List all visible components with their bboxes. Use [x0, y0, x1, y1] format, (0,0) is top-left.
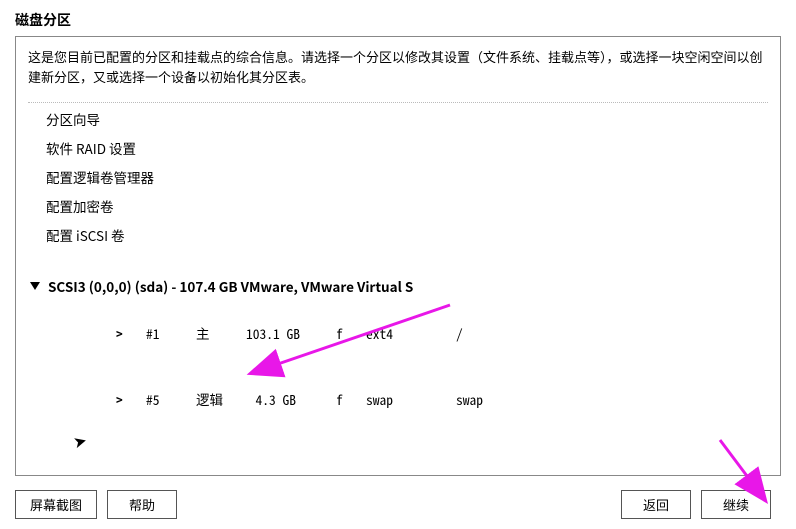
partition-num: #1 — [146, 323, 196, 343]
disk-header-text: SCSI3 (0,0,0) (sda) - 107.4 GB VMware, V… — [48, 276, 413, 296]
partition-flag: f — [336, 389, 366, 409]
partition-row[interactable]: >#5逻辑4.3 GBfswapswap — [28, 366, 768, 432]
partition-fs: swap — [366, 389, 456, 409]
disk-header[interactable]: SCSI3 (0,0,0) (sda) - 107.4 GB VMware, V… — [28, 270, 768, 300]
partition-fs: ext4 — [366, 323, 456, 343]
spacer — [28, 250, 768, 270]
partition-mount: swap — [456, 389, 516, 409]
help-button[interactable]: 帮助 — [107, 490, 177, 519]
partition-list: 分区向导 软件 RAID 设置 配置逻辑卷管理器 配置加密卷 配置 iSCSI … — [28, 102, 768, 462]
menu-raid[interactable]: 软件 RAID 设置 — [28, 134, 768, 163]
partition-mount: / — [456, 323, 516, 343]
menu-wizard[interactable]: 分区向导 — [28, 105, 768, 134]
partition-size: 103.1 GB — [246, 323, 336, 343]
main-panel: 这是您目前已配置的分区和挂载点的综合信息。请选择一个分区以修改其设置（文件系统、… — [15, 36, 781, 476]
screenshot-button[interactable]: 屏幕截图 — [15, 490, 97, 519]
footer-bar: 屏幕截图 帮助 返回 继续 — [0, 484, 796, 529]
partition-dialog: 磁盘分区 这是您目前已配置的分区和挂载点的综合信息。请选择一个分区以修改其设置（… — [0, 0, 796, 529]
spacer — [28, 432, 768, 452]
partition-marker: > — [116, 323, 146, 343]
partition-row[interactable]: >#1主103.1 GBfext4/ — [28, 300, 768, 366]
menu-crypt[interactable]: 配置加密卷 — [28, 192, 768, 221]
partition-flag: f — [336, 323, 366, 343]
menu-iscsi[interactable]: 配置 iSCSI 卷 — [28, 221, 768, 250]
intro-text: 这是您目前已配置的分区和挂载点的综合信息。请选择一个分区以修改其设置（文件系统、… — [16, 47, 780, 94]
partition-size: 4.3 GB — [246, 389, 336, 409]
continue-button[interactable]: 继续 — [701, 490, 771, 519]
expand-triangle-icon — [30, 282, 40, 290]
partition-marker: > — [116, 389, 146, 409]
menu-lvm[interactable]: 配置逻辑卷管理器 — [28, 163, 768, 192]
partition-type: 主 — [196, 323, 246, 343]
partition-num: #5 — [146, 389, 196, 409]
action-undo[interactable]: 撤消对分区设置的修改 — [28, 458, 768, 462]
back-button[interactable]: 返回 — [621, 490, 691, 519]
dialog-title: 磁盘分区 — [0, 0, 796, 36]
partition-type: 逻辑 — [196, 389, 246, 409]
